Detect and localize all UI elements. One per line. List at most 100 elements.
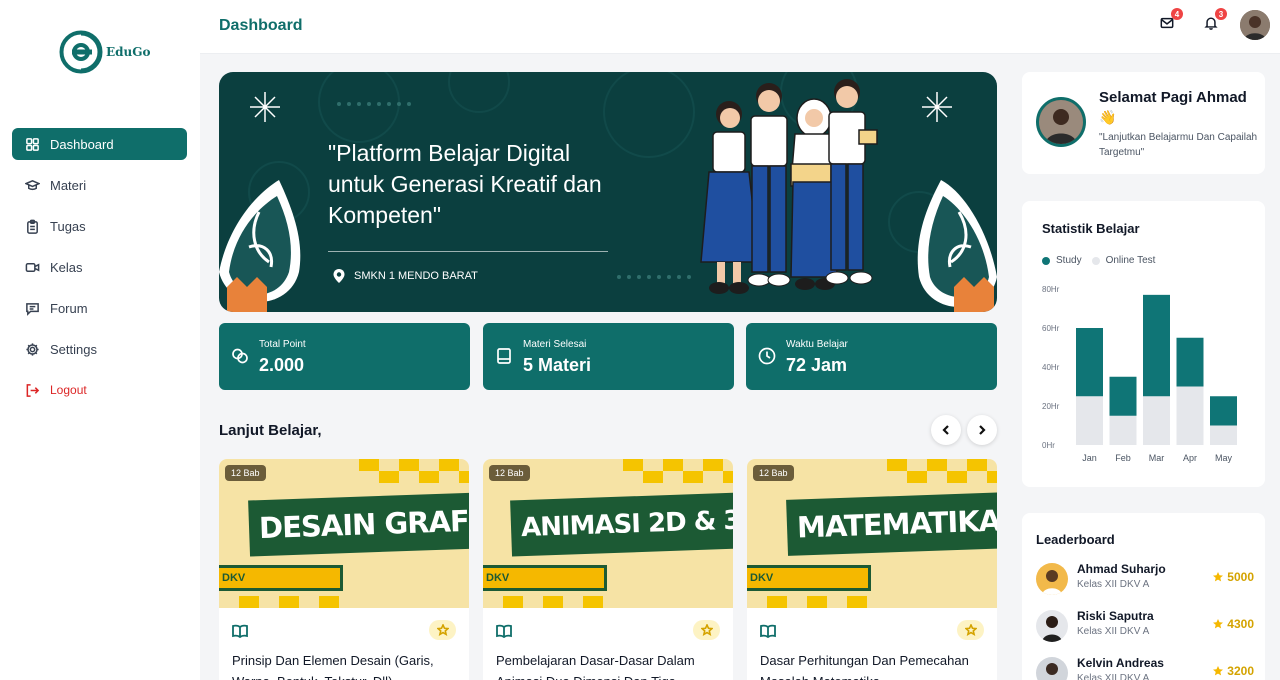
coins-icon	[231, 347, 249, 365]
star-icon	[436, 624, 449, 636]
hero-school-name: SMKN 1 MENDO BARAT	[354, 270, 478, 282]
stat-materi-selesai: Materi Selesai 5 Materi	[483, 323, 734, 390]
hero-divider	[328, 251, 608, 252]
favorite-button[interactable]	[693, 620, 720, 640]
stat-waktu-belajar: Waktu Belajar 72 Jam	[746, 323, 997, 390]
leaderboard-row[interactable]: Kelvin Andreas Kelas XII DKV A 3200	[1036, 653, 1254, 680]
course-card[interactable]: 12 Bab MATEMATIKA DKV Dasar Perhitungan …	[747, 459, 997, 680]
bar-online-test-may[interactable]	[1210, 425, 1237, 446]
bar-online-test-mar[interactable]	[1143, 396, 1170, 445]
course-title: Pembelajaran Dasar-Dasar Dalam Animasi D…	[496, 653, 695, 680]
stat-total-point: Total Point 2.000	[219, 323, 470, 390]
sidebar-item-label: Logout	[50, 383, 87, 397]
course-tag: DKV	[747, 565, 871, 591]
mail-badge: 4	[1171, 8, 1183, 20]
top-bar: Dashboard 4 3	[200, 0, 1280, 54]
location-pin-icon	[333, 269, 345, 283]
leader-name: Kelvin Andreas	[1077, 656, 1164, 670]
chevron-left-icon	[942, 425, 949, 435]
carousel-prev-button[interactable]	[931, 415, 961, 445]
leader-score-value: 5000	[1227, 570, 1254, 584]
star-icon	[1213, 619, 1224, 629]
sidebar-item-label: Tugas	[50, 218, 86, 234]
logout-icon	[26, 383, 40, 397]
course-banner-title: DESAIN GRAFIS	[248, 491, 469, 557]
leader-score: 5000	[1212, 570, 1254, 584]
clipboard-icon	[27, 219, 38, 234]
notification-button[interactable]: 3	[1204, 8, 1227, 32]
sidebar-item-dashboard[interactable]: Dashboard	[12, 128, 187, 160]
course-title: Dasar Perhitungan Dan Pemecahan Masalah …	[760, 653, 969, 680]
stat-value: 2.000	[259, 355, 305, 375]
avatar-image	[1240, 10, 1270, 40]
book-icon	[495, 347, 513, 365]
star-icon	[1213, 666, 1224, 676]
legend-item-online-test[interactable]: Online Test	[1091, 255, 1156, 266]
bar-study-jan[interactable]	[1076, 328, 1103, 397]
bar-study-may[interactable]	[1210, 396, 1237, 426]
sidebar-item-kelas[interactable]: Kelas	[12, 251, 187, 283]
brand-logo[interactable]: EduGo	[58, 26, 151, 78]
mail-button[interactable]: 4	[1160, 8, 1183, 32]
bar-study-apr[interactable]	[1176, 337, 1204, 387]
course-title: Prinsip Dan Elemen Desain (Garis, Warna,…	[232, 653, 434, 680]
sidebar-item-label: Settings	[50, 341, 97, 357]
learning-stats-chart: 0Hr 20Hr 40Hr 60Hr 80Hr Jan Feb Mar Apr May	[1042, 285, 1237, 463]
course-banner: 12 Bab ANIMASI 2D & 3D DKV	[483, 459, 733, 608]
course-banner-title: ANIMASI 2D & 3D	[510, 491, 733, 557]
wave-icon: 👋	[1099, 109, 1117, 125]
leader-score: 3200	[1212, 664, 1254, 678]
y-tick-label: 80Hr	[1042, 285, 1060, 294]
graduation-cap-icon	[25, 179, 40, 190]
leader-class: Kelas XII DKV A	[1077, 626, 1150, 637]
notification-badge: 3	[1215, 8, 1227, 20]
star-icon	[1213, 572, 1224, 582]
y-tick-label: 60Hr	[1042, 324, 1060, 333]
leaderboard-title: Leaderboard	[1036, 532, 1115, 547]
bar-online-test-jan[interactable]	[1076, 396, 1103, 445]
stat-value: 72 Jam	[786, 355, 848, 375]
legend-item-study[interactable]: Study	[1042, 255, 1082, 266]
logo-icon	[59, 30, 103, 74]
stats-title: Statistik Belajar	[1042, 221, 1140, 236]
leaderboard-row[interactable]: Ahmad Suharjo Kelas XII DKV A 5000	[1036, 559, 1254, 599]
sidebar-item-logout[interactable]: Logout	[12, 374, 187, 406]
course-card[interactable]: 12 Bab ANIMASI 2D & 3D DKV Pembelajaran …	[483, 459, 733, 680]
x-tick-label: Apr	[1183, 453, 1197, 463]
sidebar-item-forum[interactable]: Forum	[12, 292, 187, 324]
x-tick-label: May	[1215, 453, 1233, 463]
sidebar-nav: Dashboard Materi Tugas Kelas Forum Setti…	[12, 128, 187, 415]
favorite-button[interactable]	[957, 620, 984, 640]
bar-study-mar[interactable]	[1143, 294, 1170, 397]
sidebar-item-materi[interactable]: Materi	[12, 169, 187, 201]
carousel-next-button[interactable]	[967, 415, 997, 445]
chevron-right-icon	[979, 425, 986, 435]
brand-name: EduGo	[106, 45, 151, 59]
leader-class: Kelas XII DKV A	[1077, 673, 1150, 680]
y-tick-label: 20Hr	[1042, 402, 1060, 411]
bar-study-feb[interactable]	[1109, 376, 1137, 416]
user-avatar[interactable]	[1240, 10, 1270, 40]
legend-label: Study	[1056, 255, 1082, 266]
course-banner: 12 Bab DESAIN GRAFIS DKV	[219, 459, 469, 608]
x-tick-label: Jan	[1082, 453, 1097, 463]
x-tick-label: Mar	[1149, 453, 1165, 463]
course-card[interactable]: 12 Bab DESAIN GRAFIS DKV Prinsip Dan Ele…	[219, 459, 469, 680]
leader-name: Ahmad Suharjo	[1077, 562, 1166, 576]
profile-avatar[interactable]	[1036, 97, 1086, 147]
favorite-button[interactable]	[429, 620, 456, 640]
leader-class: Kelas XII DKV A	[1077, 579, 1150, 590]
course-tag: DKV	[219, 565, 343, 591]
legend-label: Online Test	[1105, 255, 1156, 266]
sidebar-item-label: Materi	[50, 177, 87, 193]
leaderboard-row[interactable]: Riski Saputra Kelas XII DKV A 4300	[1036, 606, 1254, 646]
bar-online-test-feb[interactable]	[1109, 415, 1137, 445]
sidebar-item-settings[interactable]: Settings	[12, 333, 187, 365]
hero-quote: "Platform Belajar Digital untuk Generasi…	[328, 140, 602, 228]
leader-avatar	[1036, 657, 1068, 680]
y-tick-label: 40Hr	[1042, 363, 1060, 372]
sidebar-item-label: Dashboard	[50, 136, 114, 152]
bar-online-test-apr[interactable]	[1176, 386, 1204, 446]
sidebar-item-tugas[interactable]: Tugas	[12, 210, 187, 242]
video-icon	[25, 262, 40, 272]
